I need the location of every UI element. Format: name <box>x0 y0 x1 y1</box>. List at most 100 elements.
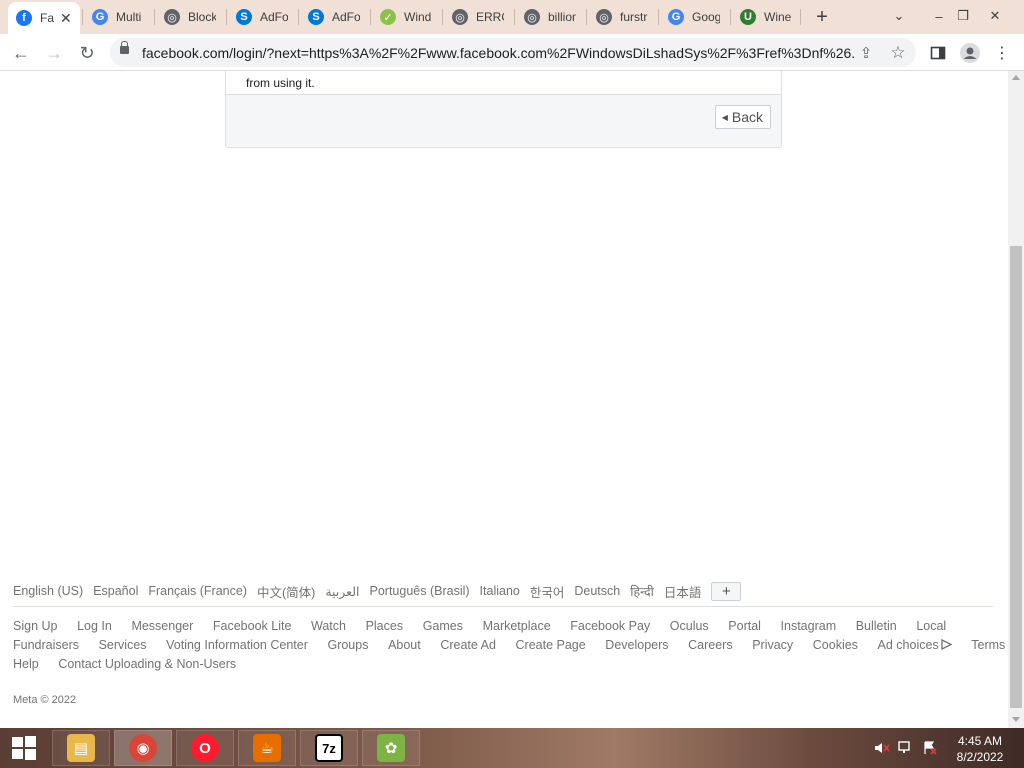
lock-icon[interactable] <box>120 41 129 54</box>
taskbar-app-button[interactable]: ✿ <box>362 730 420 766</box>
taskbar-java-button[interactable]: ☕ <box>238 730 296 766</box>
footer-link[interactable]: Privacy <box>752 638 793 652</box>
scroll-up-arrow-icon[interactable] <box>1012 75 1020 80</box>
volume-muted-icon[interactable] <box>874 740 890 756</box>
browser-tab[interactable]: ◎ ERRO <box>444 4 508 30</box>
footer-link[interactable]: Help <box>13 657 39 671</box>
language-link[interactable]: Deutsch <box>574 584 620 598</box>
footer-link[interactable]: Watch <box>311 619 346 633</box>
taskbar-7zip-button[interactable]: 7z <box>300 730 358 766</box>
tab-title: AdFo <box>260 10 288 24</box>
language-link[interactable]: العربية <box>325 584 359 599</box>
taskbar-opera-button[interactable]: O <box>176 730 234 766</box>
footer-link[interactable]: Developers <box>605 638 668 652</box>
footer-link[interactable]: Facebook Pay <box>570 619 650 633</box>
browser-menu-icon[interactable]: ⋮ <box>990 41 1014 65</box>
taskbar-chrome-button[interactable]: ◉ <box>114 730 172 766</box>
browser-tab[interactable]: ◎ furstr <box>588 4 652 30</box>
footer-link-label: Instagram <box>780 618 837 633</box>
taskbar-file-explorer-button[interactable]: ▤ <box>52 730 110 766</box>
browser-tab[interactable]: S AdFo <box>300 4 364 30</box>
footer-link[interactable]: Local <box>916 619 946 633</box>
footer-link[interactable]: Ad choices <box>878 638 953 652</box>
network-icon[interactable] <box>898 740 914 756</box>
back-arrow-icon[interactable]: ← <box>8 40 34 66</box>
browser-tab[interactable]: U Wine <box>732 4 796 30</box>
footer-link[interactable]: Sign Up <box>13 619 57 633</box>
footer-link[interactable]: Groups <box>327 638 368 652</box>
back-button[interactable]: ◀ Back <box>714 105 771 129</box>
footer-link[interactable]: Facebook Lite <box>213 619 292 633</box>
browser-tab[interactable]: ◎ billion <box>516 4 580 30</box>
card-footer: ◀ Back <box>226 94 781 147</box>
notification-flag-icon[interactable] <box>922 740 938 756</box>
footer-link[interactable]: Contact Uploading & Non-Users <box>58 657 236 671</box>
language-link[interactable]: 한국어 <box>530 582 565 601</box>
vertical-scrollbar[interactable] <box>1008 71 1024 728</box>
system-clock[interactable]: 4:45 AM 8/2/2022 <box>948 733 1012 765</box>
forward-arrow-icon[interactable]: → <box>41 40 67 66</box>
side-panel-icon[interactable] <box>926 41 950 65</box>
reload-icon[interactable]: ↻ <box>74 40 100 66</box>
browser-tab[interactable]: f Fa ✕ <box>8 2 80 34</box>
footer-link[interactable]: Terms <box>971 638 1005 652</box>
globe-icon: ◎ <box>524 9 540 25</box>
footer-link[interactable]: Instagram <box>781 619 837 633</box>
browser-tab[interactable]: G Multi <box>84 4 148 30</box>
language-link[interactable]: Italiano <box>480 584 520 598</box>
profile-avatar-icon[interactable] <box>958 41 982 65</box>
footer-link[interactable]: Portal <box>728 619 761 633</box>
globe-icon: ◎ <box>452 9 468 25</box>
language-link[interactable]: Español <box>93 584 138 598</box>
footer-link[interactable]: About <box>388 638 421 652</box>
footer-link[interactable]: Marketplace <box>483 619 551 633</box>
bookmark-star-icon[interactable]: ☆ <box>888 43 908 63</box>
footer-link-label: Bulletin <box>855 618 897 633</box>
close-window-icon[interactable]: ✕ <box>980 4 1010 28</box>
ad-choices-icon <box>939 638 953 652</box>
browser-tab[interactable]: S AdFo <box>228 4 292 30</box>
language-link[interactable]: हिन्दी <box>630 583 654 600</box>
footer-link[interactable]: Create Page <box>516 638 586 652</box>
scroll-thumb[interactable] <box>1010 246 1022 708</box>
footer-link[interactable]: Games <box>423 619 463 633</box>
footer-link[interactable]: Places <box>366 619 404 633</box>
tab-separator <box>586 9 587 25</box>
language-link[interactable]: Français (France) <box>148 584 247 598</box>
footer-link[interactable]: Fundraisers <box>13 638 79 652</box>
folder-icon: ▤ <box>67 734 95 762</box>
language-link[interactable]: 中文(简体) <box>257 582 315 601</box>
tab-title: furstr <box>620 10 648 24</box>
tab-separator <box>82 9 83 25</box>
footer-link-label: Sign Up <box>13 618 58 633</box>
language-link[interactable]: Português (Brasil) <box>370 584 470 598</box>
restore-icon[interactable]: ❐ <box>948 4 978 28</box>
footer-link[interactable]: Oculus <box>670 619 709 633</box>
url-text[interactable]: facebook.com/login/?next=https%3A%2F%2Fw… <box>142 45 854 61</box>
language-link[interactable]: 日本語 <box>664 582 702 601</box>
close-tab-icon[interactable]: ✕ <box>60 10 72 27</box>
footer-link[interactable]: Bulletin <box>856 619 897 633</box>
footer-link-label: Log In <box>77 618 112 633</box>
tab-title: AdFo <box>332 10 360 24</box>
back-button-label: Back <box>731 109 763 125</box>
share-icon[interactable]: ⇪ <box>856 43 876 63</box>
start-button[interactable] <box>0 728 48 768</box>
footer-link[interactable]: Create Ad <box>440 638 496 652</box>
footer-link[interactable]: Log In <box>77 619 112 633</box>
address-bar[interactable]: facebook.com/login/?next=https%3A%2F%2Fw… <box>110 38 916 67</box>
new-tab-button[interactable]: + <box>810 5 834 29</box>
footer-link[interactable]: Cookies <box>813 638 858 652</box>
language-link[interactable]: English (US) <box>13 584 83 598</box>
footer-link[interactable]: Messenger <box>131 619 193 633</box>
footer-link[interactable]: Voting Information Center <box>166 638 308 652</box>
browser-tab[interactable]: ◎ Block <box>156 4 220 30</box>
more-languages-button[interactable]: + <box>711 581 742 601</box>
footer-link[interactable]: Careers <box>688 638 732 652</box>
footer-link[interactable]: Services <box>99 638 147 652</box>
tab-search-dropdown-icon[interactable]: ⌄ <box>884 4 914 28</box>
browser-tab[interactable]: G Goog <box>660 4 724 30</box>
tab-title: Fa <box>40 11 54 25</box>
scroll-down-arrow-icon[interactable] <box>1012 717 1020 722</box>
browser-tab[interactable]: ✓ Wind <box>372 4 436 30</box>
